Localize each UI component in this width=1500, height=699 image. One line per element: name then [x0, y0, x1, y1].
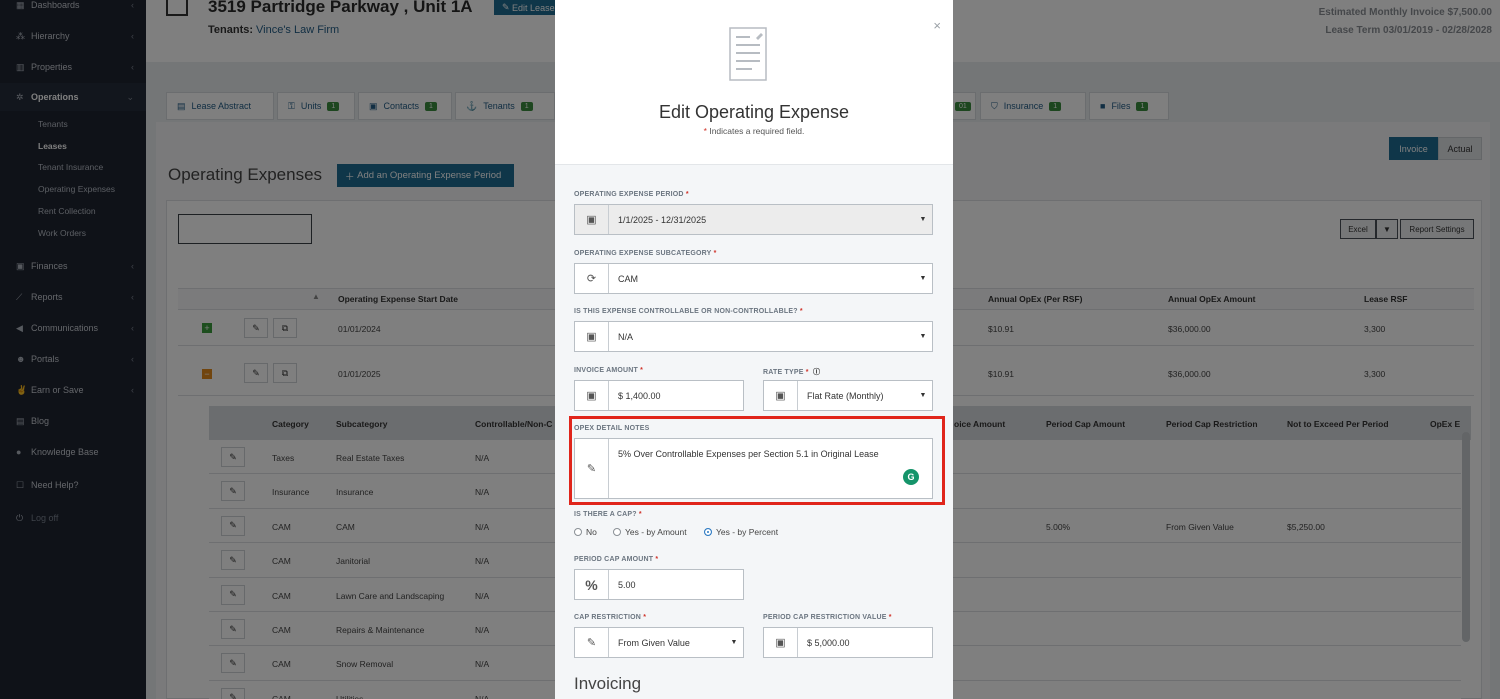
- money-icon: ▣: [764, 628, 798, 657]
- document-icon: [729, 27, 767, 81]
- invoice-amount-label: Invoice Amount *: [574, 367, 644, 374]
- modal-header: × Edit Operating Expense * Indicates a r…: [555, 0, 953, 165]
- percent-icon: %: [575, 570, 609, 599]
- money-icon: ▣: [575, 205, 609, 234]
- period-label: Operating Expense Period *: [574, 191, 689, 198]
- edit-opex-modal: × Edit Operating Expense * Indicates a r…: [555, 0, 953, 699]
- subcategory-select[interactable]: ⟳ CAM ▼: [574, 263, 933, 294]
- cap-radio-amount[interactable]: Yes - by Amount: [613, 527, 687, 537]
- cap-radio-no[interactable]: No: [574, 527, 597, 537]
- rate-type-select[interactable]: ▣ Flat Rate (Monthly) ▼: [763, 380, 933, 411]
- close-icon[interactable]: ×: [933, 18, 941, 33]
- cap-question-label: Is there a cap? *: [574, 511, 642, 518]
- subcategory-label: Operating Expense Subcategory *: [574, 250, 717, 257]
- cap-radio-percent[interactable]: Yes - by Percent: [704, 527, 778, 537]
- caret-down-icon: ▼: [919, 392, 927, 399]
- controllable-select[interactable]: ▣ N/A ▼: [574, 321, 933, 352]
- rate-type-label: Rate Type * ⓘ: [763, 369, 821, 376]
- period-select[interactable]: ▣ 1/1/2025 - 12/31/2025 ▼: [574, 204, 933, 235]
- money-icon: ▣: [764, 381, 798, 410]
- cap-restriction-select[interactable]: ✎ From Given Value ▼: [574, 627, 744, 658]
- money-icon: ▣: [575, 322, 609, 351]
- period-cap-label: Period Cap Amount *: [574, 556, 659, 563]
- info-icon[interactable]: ⓘ: [811, 369, 820, 376]
- caret-down-icon: ▼: [730, 639, 738, 646]
- caret-down-icon: ▼: [919, 333, 927, 340]
- controllable-label: Is this expense controllable or non-cont…: [574, 308, 803, 315]
- modal-title: Edit Operating Expense: [658, 102, 850, 122]
- cap-restriction-value-input[interactable]: ▣ $ 5,000.00: [763, 627, 933, 658]
- required-note: * Indicates a required field.: [703, 126, 805, 136]
- caret-down-icon: ▼: [919, 275, 927, 282]
- dollar-cycle-icon: ⟳: [575, 264, 609, 293]
- highlight-box: [569, 416, 945, 505]
- invoice-amount-input[interactable]: ▣ $ 1,400.00: [574, 380, 744, 411]
- money-icon: ▣: [575, 381, 609, 410]
- caret-down-icon: ▼: [919, 216, 927, 223]
- period-cap-input[interactable]: % 5.00: [574, 569, 744, 600]
- cap-restriction-label: Cap Restriction *: [574, 614, 647, 621]
- invoicing-heading: Invoicing: [574, 674, 642, 693]
- cap-restriction-value-label: Period Cap Restriction Value *: [763, 614, 892, 621]
- edit-icon: ✎: [575, 628, 609, 657]
